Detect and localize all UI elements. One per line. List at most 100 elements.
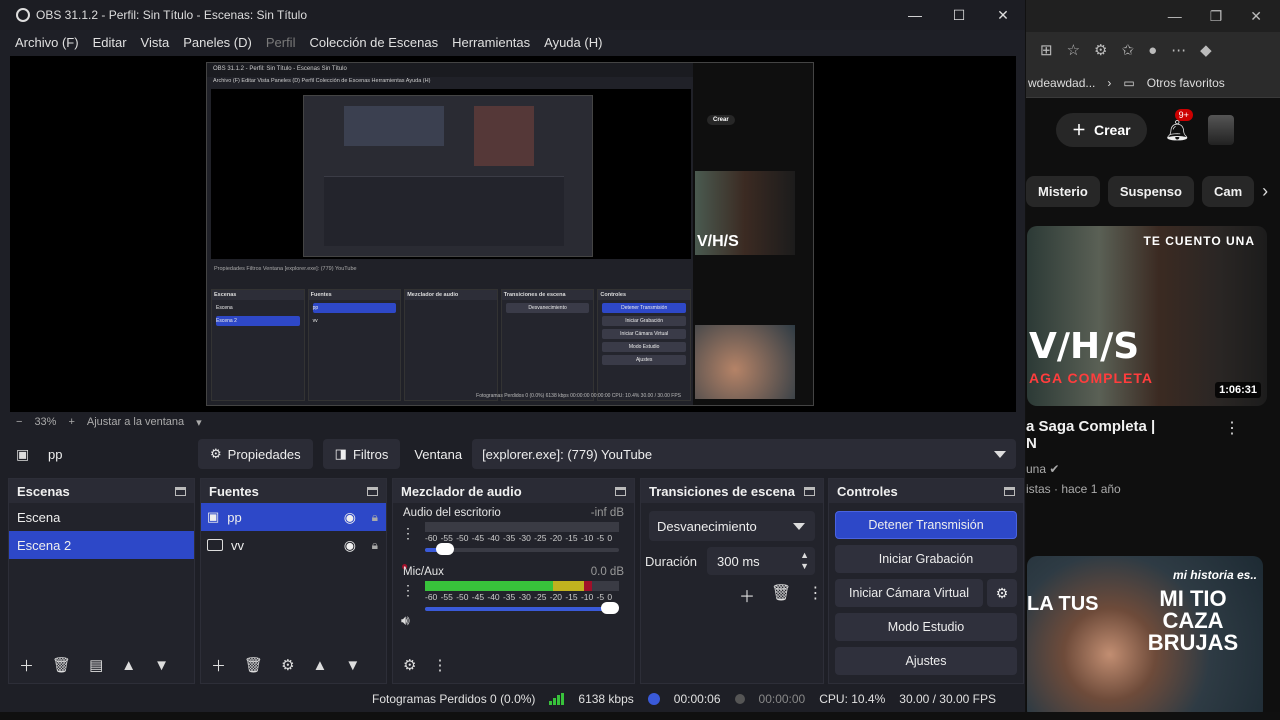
virtual-camera-button[interactable]: Iniciar Cámara Virtual [835,579,983,607]
more-icon[interactable]: ⋮ [1224,418,1240,438]
spinner-icon[interactable]: ▲ ▼ [800,550,809,572]
slider-knob[interactable] [601,602,619,614]
settings-button[interactable]: Ajustes [835,647,1017,675]
duration-input[interactable]: 300 ms ▲ ▼ [707,547,815,575]
menu-archivo[interactable]: Archivo (F) [15,35,79,50]
preview-canvas[interactable]: OBS 31.1.2 - Perfil: Sin Título - Escena… [10,56,1016,412]
create-button[interactable]: ＋ Crear [1056,113,1147,147]
close-icon[interactable]: ✕ [1250,8,1262,25]
duration-label: Duración [645,553,698,569]
arrow-up-icon[interactable]: ▲ [121,657,136,674]
zoom-out-icon[interactable]: − [16,416,22,428]
undock-icon[interactable] [804,486,815,496]
transition-select[interactable]: Desvanecimiento [649,511,815,541]
video-title-line: a Saga Completa | [1026,418,1156,435]
chevron-right-icon[interactable]: › [1107,76,1111,90]
gear-icon[interactable]: ⚙ [281,656,294,674]
chip[interactable]: Cam [1201,175,1255,207]
gear-icon[interactable]: ⚙ [987,579,1017,607]
add-icon[interactable]: ＋ [19,655,34,676]
slider-knob[interactable] [436,543,454,555]
video-thumbnail[interactable]: TE CUENTO UNA V/H/S AGA COMPLETA 1:06:31 [1027,226,1267,406]
arrow-down-icon[interactable]: ▼ [154,657,169,674]
minimize-icon[interactable]: — [1168,8,1182,24]
chevron-down-icon[interactable]: ▾ [196,416,202,429]
more-icon[interactable]: ⋮ [401,525,415,542]
obs-window: OBS 31.1.2 - Perfil: Sin Título - Escena… [0,0,1026,720]
source-item[interactable]: vv ◉ 🔒︎ [201,531,386,559]
nested-docks: Escenas Escena Escena 2 Fuentes pp vv Mezcla… [211,289,691,401]
start-recording-button[interactable]: Iniciar Grabación [835,545,1017,573]
filter-icon[interactable]: ▤ [89,656,103,674]
favorites-icon[interactable]: ✩ [1121,41,1134,59]
lock-icon[interactable]: 🔒︎ [372,538,378,553]
restore-icon[interactable]: ❐ [1210,8,1223,25]
zoom-in-icon[interactable]: + [68,416,74,428]
more-icon[interactable]: ⋮ [401,582,415,599]
fit-window-label[interactable]: Ajustar a la ventana [87,416,184,428]
eye-icon[interactable]: ◉ [344,537,356,554]
add-icon[interactable]: ＋ [211,655,226,676]
trash-icon[interactable]: 🗑︎ [52,656,71,674]
menu-herramientas[interactable]: Herramientas [452,35,530,50]
video-title[interactable]: a Saga Completa | N [1026,418,1256,452]
undock-icon[interactable] [367,486,378,496]
chevron-right-icon[interactable]: › [1262,181,1268,202]
stop-stream-button[interactable]: Detener Transmisión [835,511,1017,539]
scene-item[interactable]: Escena [9,503,194,531]
star-icon[interactable]: ☆ [1067,41,1080,59]
profile-avatar[interactable]: ● [1148,42,1157,59]
speaker-icon[interactable]: 🔊︎ [401,612,410,629]
channel-name[interactable]: una ✔ [1026,462,1059,476]
avatar[interactable] [1207,115,1234,145]
studio-mode-button[interactable]: Modo Estudio [835,613,1017,641]
meter-tick: -30 [518,533,531,543]
undock-icon[interactable] [175,486,186,496]
scene-item[interactable]: Escena 2 [9,531,194,559]
gear-icon[interactable]: ⚙ [403,656,416,674]
volume-slider[interactable] [425,602,619,614]
more-icon[interactable]: ⋮ [432,656,447,674]
properties-button[interactable]: ⚙ Propiedades [198,439,313,469]
menu-perfil[interactable]: Perfil [266,35,296,50]
meter-tick: -25 [534,533,547,543]
split-screen-icon[interactable]: ⊞ [1040,41,1053,59]
window-select[interactable]: [explorer.exe]: (779) YouTube [472,439,1016,469]
window-title: OBS 31.1.2 - Perfil: Sin Título - Escena… [36,8,308,22]
arrow-down-icon[interactable]: ▼ [345,657,360,674]
filters-button[interactable]: ◨ Filtros [322,439,401,469]
meter-tick: -45 [471,533,485,543]
volume-slider[interactable] [425,543,619,555]
close-icon[interactable]: ✕ [981,0,1025,30]
extensions-icon[interactable]: ⚙ [1094,41,1107,59]
menu-ayuda[interactable]: Ayuda (H) [544,35,602,50]
undock-icon[interactable] [615,486,626,496]
source-label: pp [227,509,242,525]
menu-coleccion[interactable]: Colección de Escenas [309,35,438,50]
undock-icon[interactable] [1004,486,1015,496]
lock-icon[interactable]: 🔒︎ [372,510,378,525]
video-thumbnail[interactable]: LA TUS mi historia es.. MI TIO CAZA BRUJ… [1027,556,1263,720]
chip[interactable]: Suspenso [1107,175,1194,207]
maximize-icon[interactable]: ☐ [937,0,981,30]
source-item[interactable]: ▣ pp ◉ 🔒︎ [201,503,386,531]
trash-icon[interactable]: 🗑︎ [244,656,263,674]
copilot-icon[interactable]: ◆ [1200,41,1212,59]
menu-vista[interactable]: Vista [141,35,170,50]
arrow-up-icon[interactable]: ▲ [313,657,328,674]
meter-segment [553,581,584,591]
nested-status: Fotogramas Perdidos 0 (0.0%) 6138 kbps 0… [476,393,681,399]
meter-tick: -15 [565,533,578,543]
add-icon[interactable]: ＋ [739,583,755,607]
trash-icon[interactable]: 🗑︎ [771,583,791,607]
eye-icon[interactable]: ◉ [344,509,356,526]
more-icon[interactable]: ⋮ [807,583,823,607]
favorite-item[interactable]: wdeawdad... [1028,76,1095,90]
menu-paneles[interactable]: Paneles (D) [183,35,252,50]
menu-editar[interactable]: Editar [93,35,127,50]
notifications-button[interactable]: 🔔︎ 9+ [1165,108,1193,143]
other-favorites[interactable]: Otros favoritos [1147,76,1225,90]
minimize-icon[interactable]: — [893,0,937,30]
more-icon[interactable]: ⋯ [1171,41,1186,59]
chip[interactable]: Misterio [1026,175,1100,207]
